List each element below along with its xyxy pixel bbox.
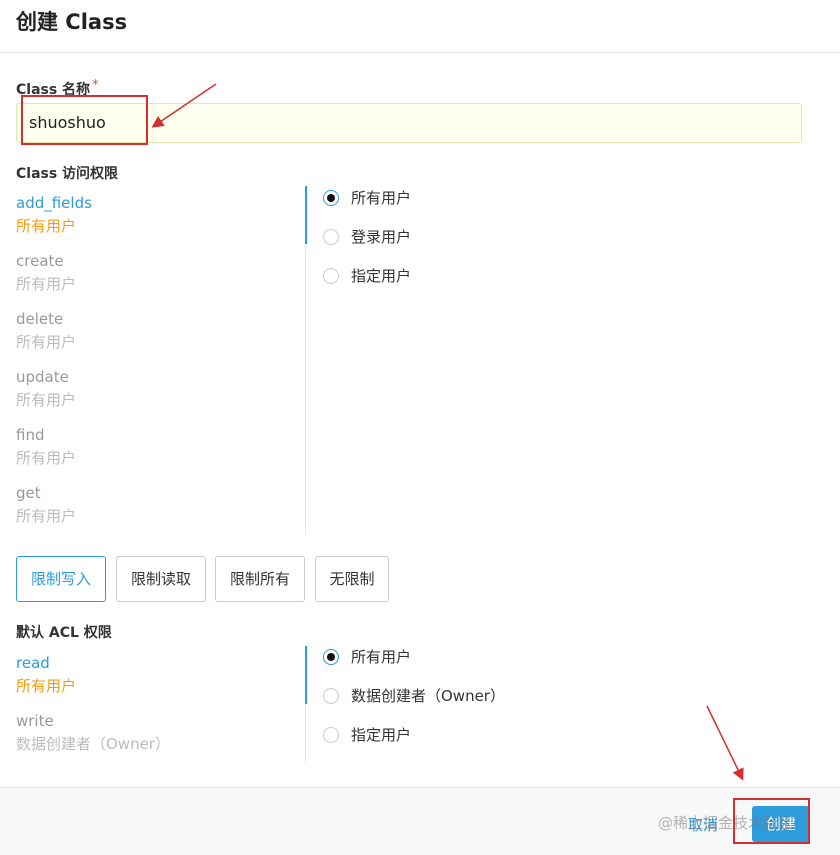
arrow-to-input xyxy=(151,83,217,128)
arrow-to-create xyxy=(706,705,744,781)
annotation-arrows xyxy=(151,83,744,781)
